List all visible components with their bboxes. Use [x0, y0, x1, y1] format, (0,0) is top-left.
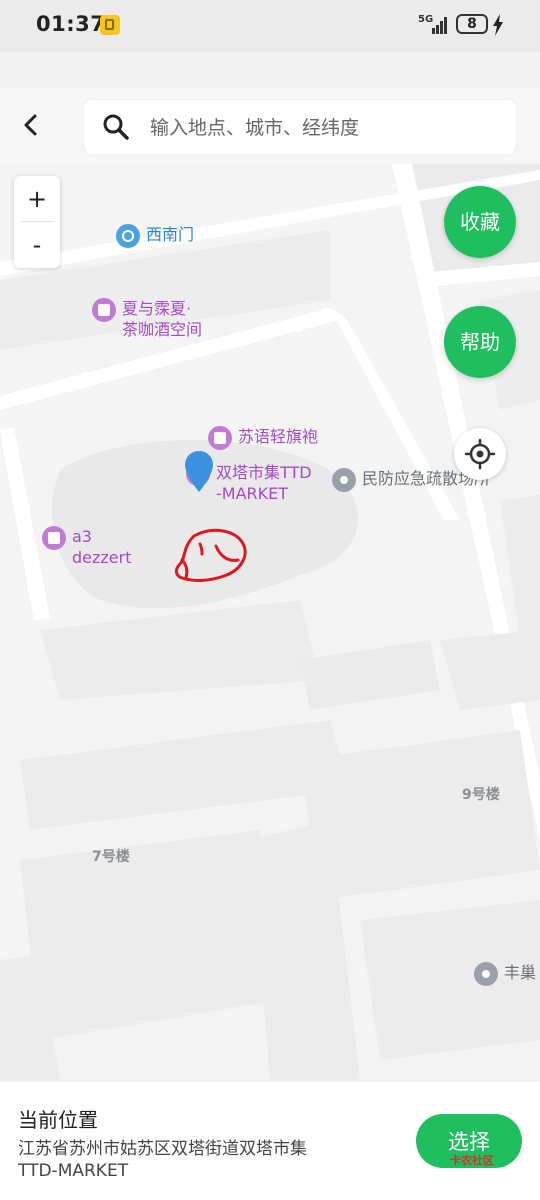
zoom-out-button[interactable]: - [14, 222, 60, 267]
battery-level: 8 [467, 16, 477, 32]
current-address: 江苏省苏州市姑苏区双塔街道双塔市集 TTD-MARKET [18, 1139, 307, 1181]
poi-a3-dezzert[interactable]: a3 dezzert [42, 526, 132, 568]
search-input[interactable] [148, 108, 502, 148]
zoom-in-button[interactable]: + [14, 176, 60, 221]
poi-qipao-shop[interactable]: 苏语轻旗袍 [208, 426, 318, 450]
bottom-sheet: 当前位置 江苏省苏州市姑苏区双塔街道双塔市集 TTD-MARKET 选择 [0, 1082, 540, 1200]
watermark-logo: 卡农社区 [450, 1154, 494, 1167]
zoom-controls: + - [14, 176, 60, 268]
map-base-layer [0, 164, 540, 1082]
crosshair-icon [464, 438, 496, 470]
battery-icon: 8 [456, 14, 488, 34]
building-9-label: 9号楼 [462, 787, 500, 803]
help-button[interactable]: 帮助 [444, 306, 516, 378]
location-pin-icon[interactable] [184, 450, 214, 494]
notification-icon [100, 15, 120, 35]
poi-label: 丰巢 [504, 963, 537, 982]
poi-tea-cafe[interactable]: 夏与霂夏· 茶咖酒空间 [92, 298, 202, 340]
locker-icon [474, 962, 498, 986]
hand-drawn-doodle [174, 528, 247, 582]
shop-icon [92, 298, 116, 322]
favorite-button[interactable]: 收藏 [444, 186, 516, 258]
charging-icon [493, 14, 503, 36]
current-location-title: 当前位置 [18, 1108, 98, 1132]
map-canvas[interactable]: 西南门 夏与霂夏· 茶咖酒空间 苏语轻旗袍 双塔市集TTD -MARKET 民防… [0, 164, 540, 1082]
poi-southwest-gate[interactable]: 西南门 [116, 224, 194, 248]
locate-me-button[interactable] [454, 428, 506, 480]
search-icon [103, 114, 129, 140]
back-arrow-icon[interactable] [18, 112, 44, 138]
poi-label: a3 dezzert [72, 527, 132, 567]
poi-label: 苏语轻旗袍 [238, 427, 319, 446]
shirt-icon [208, 426, 232, 450]
top-bar [0, 88, 540, 165]
poi-label: 双塔市集TTD -MARKET [216, 463, 312, 503]
search-box[interactable] [84, 100, 516, 154]
gate-icon [116, 224, 140, 248]
status-time: 01:37 [36, 12, 106, 36]
poi-label: 夏与霂夏· 茶咖酒空间 [122, 299, 203, 339]
shirt-icon [42, 526, 66, 550]
signal-icon: 5G [418, 14, 450, 36]
shelter-icon [332, 468, 356, 492]
building-7-label: 7号楼 [92, 849, 130, 865]
poi-label: 西南门 [146, 225, 195, 244]
poi-hive-box[interactable]: 丰巢 [474, 962, 536, 986]
status-bar: 01:37 5G 8 [0, 0, 540, 52]
